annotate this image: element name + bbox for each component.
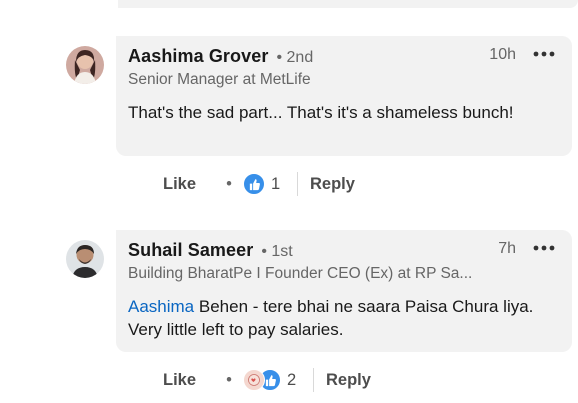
comments-section: Aashima Grover • 2nd Senior Manager at M… [0, 0, 578, 403]
connection-degree: • 2nd [276, 49, 314, 66]
more-options-button[interactable] [532, 238, 556, 258]
like-button[interactable]: Like [163, 175, 219, 194]
comment-header: Suhail Sameer • 1st [128, 240, 560, 262]
comment-bubble: Suhail Sameer • 1st Building BharatPe I … [116, 230, 572, 352]
author-name[interactable]: Aashima Grover [128, 46, 268, 67]
separator-dot: • [226, 370, 232, 389]
comment-time: 10h [489, 46, 516, 63]
author-headline: Building BharatPe I Founder CEO (Ex) at … [128, 265, 473, 282]
separator-dot: • [226, 174, 232, 193]
comment-actions: Like • 1 Reply [163, 172, 355, 196]
avatar[interactable] [66, 240, 104, 278]
comment-actions: Like • 2 Reply [163, 368, 371, 392]
previous-comment-bubble-edge [118, 0, 578, 8]
reactions-summary[interactable] [243, 369, 281, 391]
reaction-count[interactable]: 2 [287, 371, 307, 390]
more-horizontal-icon [533, 245, 555, 251]
reply-button[interactable]: Reply [326, 371, 371, 390]
more-horizontal-icon [533, 51, 555, 57]
comment-text: That's the sad part... That's it's a sha… [128, 101, 548, 124]
reactions-summary[interactable] [243, 173, 265, 195]
mention-link[interactable]: Aashima [128, 297, 194, 316]
connection-degree: • 1st [261, 243, 293, 260]
comment-time: 7h [498, 240, 516, 257]
more-options-button[interactable] [532, 44, 556, 64]
thumbs-up-icon [243, 173, 265, 195]
divider [297, 172, 298, 196]
reaction-count[interactable]: 1 [271, 175, 291, 194]
comment-text: Aashima Behen - tere bhai ne saara Paisa… [128, 295, 548, 341]
comment-bubble: Aashima Grover • 2nd Senior Manager at M… [116, 36, 572, 156]
love-reaction-icon [243, 369, 265, 391]
reply-button[interactable]: Reply [310, 175, 355, 194]
like-button[interactable]: Like [163, 371, 219, 390]
author-headline: Senior Manager at MetLife [128, 71, 311, 88]
comment-body: That's the sad part... That's it's a sha… [128, 103, 514, 122]
author-name[interactable]: Suhail Sameer [128, 240, 253, 261]
avatar[interactable] [66, 46, 104, 84]
divider [313, 368, 314, 392]
